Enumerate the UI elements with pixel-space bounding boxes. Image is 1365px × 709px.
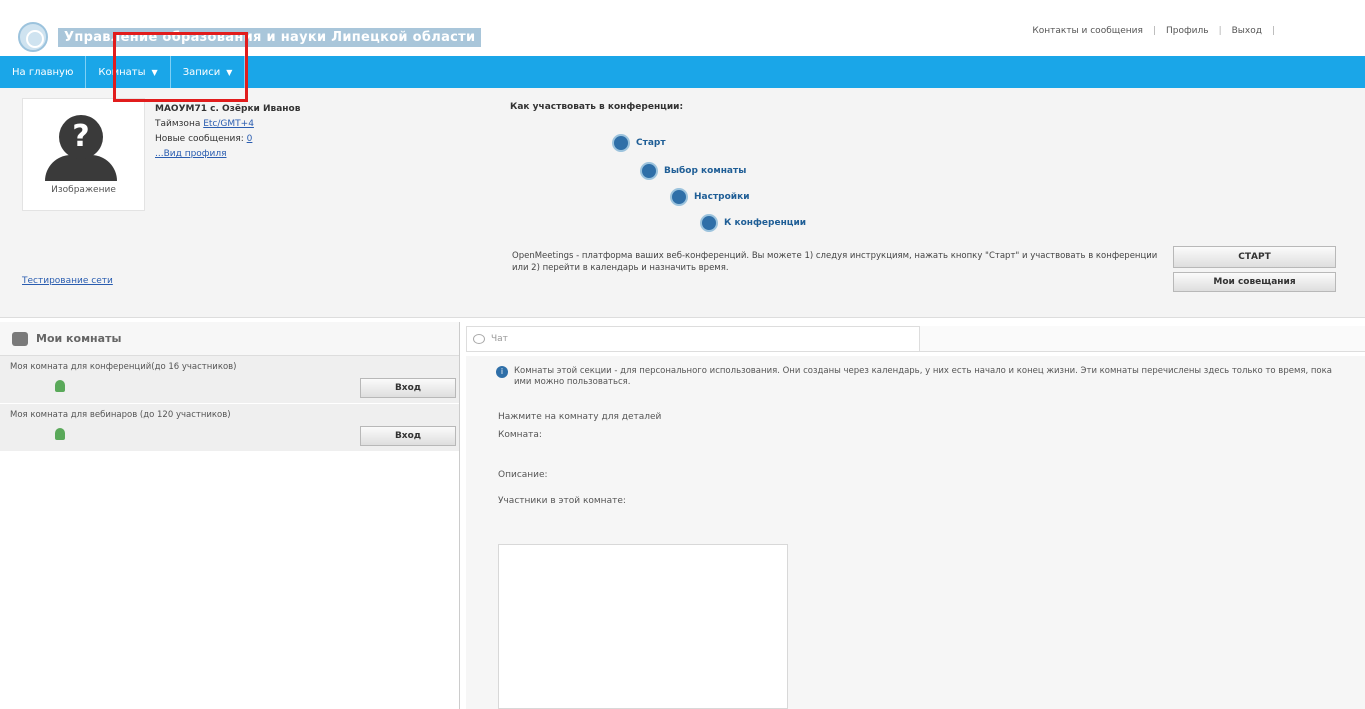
step-label: К конференции [724,218,807,228]
step-arrow-icon [700,214,718,232]
nav-recordings-label: Записи [182,66,221,78]
room-item[interactable]: Моя комната для конференций(до 16 участн… [0,356,459,404]
org-title: Управление образования и науки Липецкой … [58,28,482,47]
info-text: Комнаты этой секции - для персонального … [514,366,1332,387]
avatar[interactable]: ? Изображение [22,98,145,211]
messages-row: Новые сообщения: 0 [155,132,300,147]
app-root: Управление образования и науки Липецкой … [0,0,1365,709]
chat-label: Чат [491,334,508,344]
chat-icon [473,334,485,344]
logo-icon [18,22,48,52]
profile-name: МАОУМ71 с. Озёрки Иванов [155,104,301,114]
nav-home-label: На главную [12,66,74,78]
avatar-caption: Изображение [51,185,116,195]
info-row: i Комнаты этой секции - для персональног… [496,366,1336,388]
contacts-link[interactable]: Контакты и сообщения [1032,26,1143,36]
step-start: Старт [612,134,666,152]
step-arrow-icon [612,134,630,152]
user-icon [55,380,65,392]
top-links: Контакты и сообщения | Профиль | Выход | [1032,26,1275,36]
step-arrow-icon [640,162,658,180]
view-profile-link[interactable]: ...Вид профиля [155,147,300,162]
room-detail-body: i Комнаты этой секции - для персональног… [466,356,1365,709]
participants-list[interactable] [498,544,788,709]
step-to-conference: К конференции [700,214,806,232]
logout-link[interactable]: Выход [1232,26,1262,36]
rooms-icon [12,331,28,346]
chevron-down-icon: ▼ [226,67,233,77]
info-icon: i [496,366,508,378]
nav-recordings[interactable]: Записи ▼ [171,56,246,88]
my-rooms-title: Мои комнаты [36,332,122,345]
timezone-link[interactable]: Etc/GMT+4 [203,119,254,129]
room-label: Комната: [498,430,542,440]
step-settings: Настройки [670,188,750,206]
timezone-row: Таймзона Etc/GMT+4 [155,117,300,132]
chevron-down-icon: ▼ [151,67,158,77]
enter-room-button[interactable]: Вход [360,378,456,398]
enter-room-button[interactable]: Вход [360,426,456,446]
user-icon [55,428,65,440]
timezone-label: Таймзона [155,119,201,129]
profile-link[interactable]: Профиль [1166,26,1209,36]
howto-title: Как участвовать в конференции: [510,102,684,112]
click-hint: Нажмите на комнату для деталей [498,412,662,422]
start-button[interactable]: СТАРТ [1173,246,1336,268]
my-meetings-button[interactable]: Мои совещания [1173,272,1336,292]
nav-home[interactable]: На главную [0,56,87,88]
messages-label: Новые сообщения: [155,134,244,144]
step-room-choice: Выбор комнаты [640,162,746,180]
step-arrow-icon [670,188,688,206]
room-detail-panel: Чат i Комнаты этой секции - для персонал… [466,322,1365,709]
room-item[interactable]: Моя комната для вебинаров (до 120 участн… [0,404,459,452]
nav-rooms[interactable]: Комнаты ▼ [86,56,171,88]
main-nav: На главную Комнаты ▼ Записи ▼ [0,56,1365,88]
chat-strip [920,326,1365,352]
description-label: Описание: [498,470,548,480]
room-name: Моя комната для конференций(до 16 участн… [10,362,237,372]
header: Управление образования и науки Липецкой … [0,0,1365,56]
step-label: Выбор комнаты [664,166,747,176]
room-name: Моя комната для вебинаров (до 120 участн… [10,410,231,420]
step-label: Настройки [694,192,750,202]
separator: | [1271,26,1275,36]
chat-tab[interactable]: Чат [466,326,920,352]
question-mark-icon: ? [59,115,103,159]
profile-info: МАОУМ71 с. Озёрки Иванов Таймзона Etc/GM… [155,102,300,162]
step-label: Старт [636,138,666,148]
my-rooms-panel: Мои комнаты Моя комната для конференций(… [0,322,460,709]
my-rooms-header: Мои комнаты [0,322,459,356]
messages-count-link[interactable]: 0 [247,134,253,144]
nav-rooms-label: Комнаты [98,66,146,78]
howto-description: OpenMeetings - платформа ваших веб-конфе… [512,251,1158,273]
dashboard-top-panel: ? Изображение МАОУМ71 с. Озёрки Иванов Т… [0,88,1365,318]
separator: | [1218,26,1222,36]
participants-label: Участники в этой комнате: [498,496,626,506]
separator: | [1152,26,1156,36]
network-test-link[interactable]: Тестирование сети [22,276,113,286]
